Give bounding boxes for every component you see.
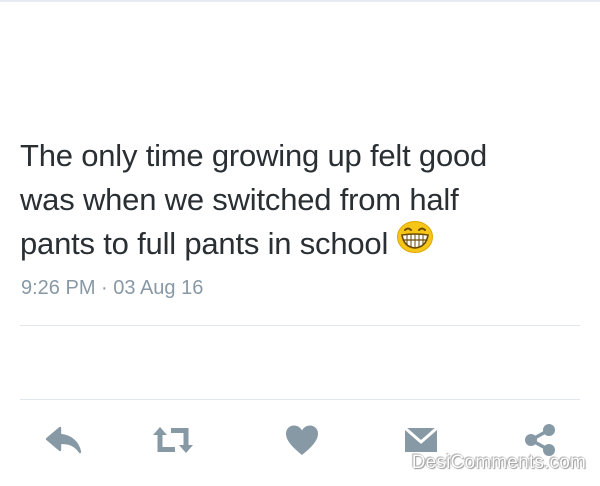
retweet-button[interactable] (151, 418, 195, 462)
top-border (0, 0, 600, 2)
tweet-line-3-text: pants to full pants in school (20, 226, 389, 261)
watermark: DesiComments.com (411, 452, 586, 473)
tweet-line-2: was when we switched from half (20, 182, 459, 217)
tweet-line-1: The only time growing up felt good (20, 138, 488, 173)
grinning-face-emoji-icon (396, 220, 434, 266)
tweet-line-3: pants to full pants in school (20, 220, 580, 266)
reply-button[interactable] (42, 418, 86, 462)
heart-icon (286, 425, 318, 455)
tweet-timestamp: 9:26 PM · 03 Aug 16 (21, 277, 204, 299)
reply-icon (45, 426, 82, 454)
like-button[interactable] (280, 418, 324, 462)
tweet-text: The only time growing up felt good was w… (20, 134, 580, 266)
divider (20, 399, 580, 400)
divider (20, 325, 580, 326)
retweet-icon (153, 427, 193, 453)
